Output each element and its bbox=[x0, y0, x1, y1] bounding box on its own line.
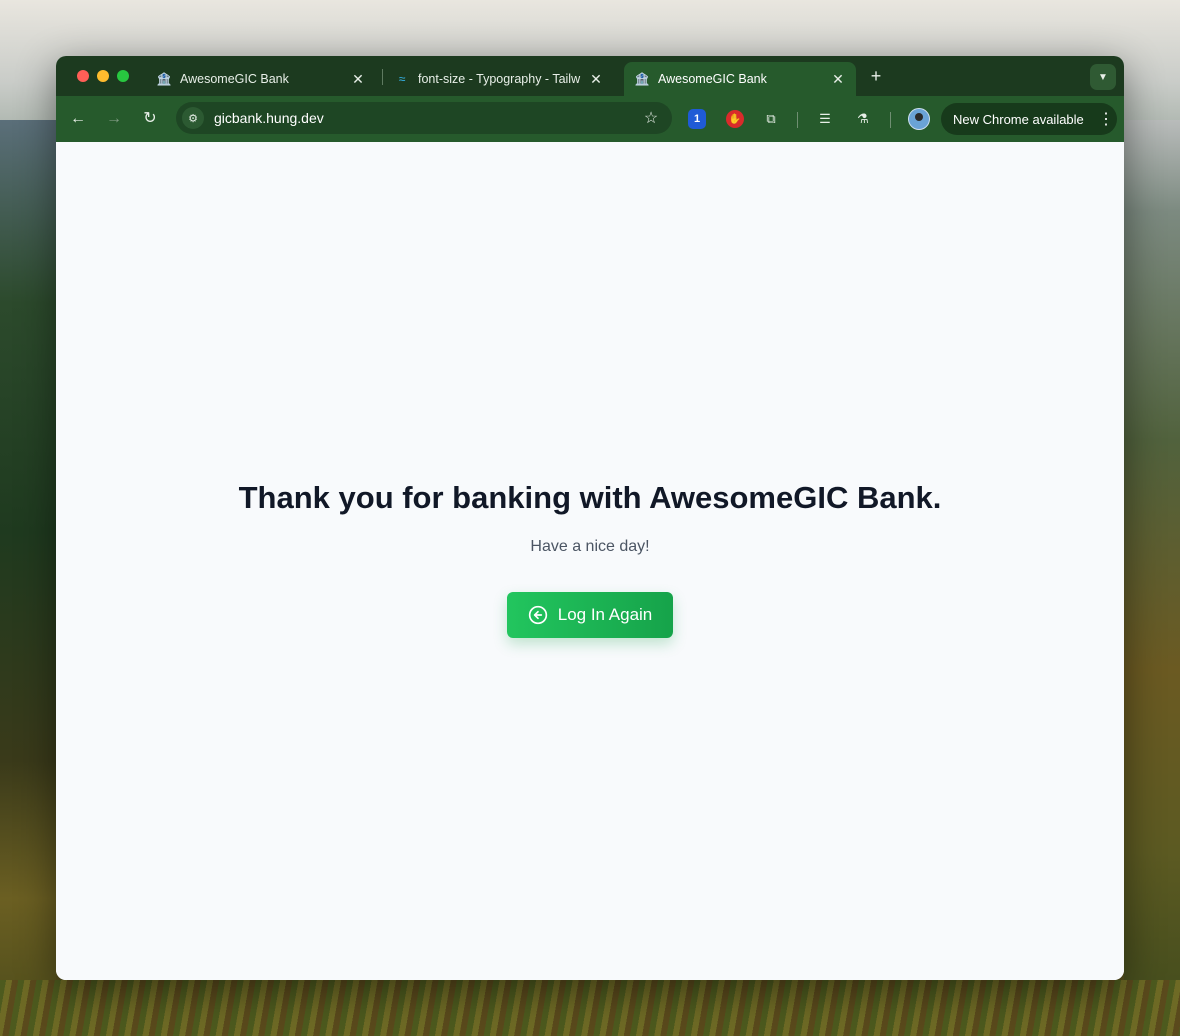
arrow-left-circle-icon bbox=[528, 605, 547, 625]
page-title: Thank you for banking with AwesomeGIC Ba… bbox=[238, 480, 942, 515]
ad-blocker-extension-icon[interactable]: ✋ bbox=[726, 110, 744, 128]
site-settings-icon[interactable]: ⚙ bbox=[182, 107, 204, 129]
tab-search-button[interactable]: ▼ bbox=[1090, 64, 1116, 90]
bank-icon: 🏦 bbox=[156, 72, 172, 86]
close-icon[interactable]: ✕ bbox=[830, 71, 846, 88]
bank-icon: 🏦 bbox=[634, 72, 650, 86]
close-icon[interactable]: ✕ bbox=[350, 71, 366, 88]
password-manager-extension-icon[interactable]: 1 bbox=[688, 109, 706, 129]
toolbar-divider bbox=[890, 112, 891, 128]
log-in-again-button[interactable]: Log In Again bbox=[507, 592, 673, 638]
log-in-again-label: Log In Again bbox=[557, 605, 653, 624]
desktop-wallpaper-left bbox=[0, 120, 56, 1036]
tab-bar: 🏦 AwesomeGIC Bank ✕ ≈ font-size - Typogr… bbox=[56, 56, 1124, 96]
chrome-update-button[interactable]: New Chrome available ⋮ bbox=[941, 103, 1117, 135]
tab-title: font-size - Typography - Tailw bbox=[418, 72, 581, 86]
desktop-wallpaper-bottom bbox=[0, 980, 1180, 1036]
reading-list-icon[interactable]: ☰ bbox=[814, 108, 836, 130]
tailwind-icon: ≈ bbox=[398, 72, 406, 86]
labs-flask-icon[interactable]: ⚗ bbox=[852, 108, 874, 130]
close-window-button[interactable] bbox=[77, 70, 89, 82]
tab-divider bbox=[382, 69, 383, 85]
close-icon[interactable]: ✕ bbox=[588, 71, 604, 88]
chrome-update-label: New Chrome available bbox=[953, 111, 1084, 127]
page-content: Thank you for banking with AwesomeGIC Ba… bbox=[56, 142, 1124, 980]
reload-icon[interactable]: ↻ bbox=[139, 108, 161, 130]
address-bar[interactable]: ⚙ gicbank.hung.dev ☆ bbox=[176, 102, 672, 134]
page-subtitle: Have a nice day! bbox=[530, 538, 650, 555]
bookmark-star-icon[interactable]: ☆ bbox=[640, 108, 662, 128]
tab-awesomegic-bank-active[interactable]: 🏦 AwesomeGIC Bank ✕ bbox=[624, 62, 856, 96]
new-tab-button[interactable]: + bbox=[866, 66, 886, 86]
profile-avatar[interactable] bbox=[908, 108, 930, 130]
minimize-window-button[interactable] bbox=[97, 70, 109, 82]
more-vertical-icon[interactable]: ⋮ bbox=[1095, 109, 1117, 129]
tab-tailwind-font-size[interactable]: ≈ font-size - Typography - Tailw ✕ bbox=[384, 62, 614, 96]
desktop-wallpaper-right bbox=[1124, 120, 1180, 1036]
tab-awesomegic-bank-1[interactable]: 🏦 AwesomeGIC Bank ✕ bbox=[146, 62, 376, 96]
tab-title: AwesomeGIC Bank bbox=[180, 72, 289, 86]
url-text[interactable]: gicbank.hung.dev bbox=[214, 110, 640, 126]
forward-arrow-icon[interactable]: → bbox=[103, 108, 125, 130]
back-arrow-icon[interactable]: ← bbox=[67, 108, 89, 130]
maximize-window-button[interactable] bbox=[117, 70, 129, 82]
browser-window: 🏦 AwesomeGIC Bank ✕ ≈ font-size - Typogr… bbox=[56, 56, 1124, 980]
extensions-puzzle-icon[interactable]: ⧉ bbox=[760, 108, 782, 130]
toolbar-divider bbox=[797, 112, 798, 128]
tab-title: AwesomeGIC Bank bbox=[658, 72, 767, 86]
browser-toolbar: ← → ↻ ⚙ gicbank.hung.dev ☆ 1 ✋ ⧉ ☰ ⚗ New… bbox=[56, 96, 1124, 142]
